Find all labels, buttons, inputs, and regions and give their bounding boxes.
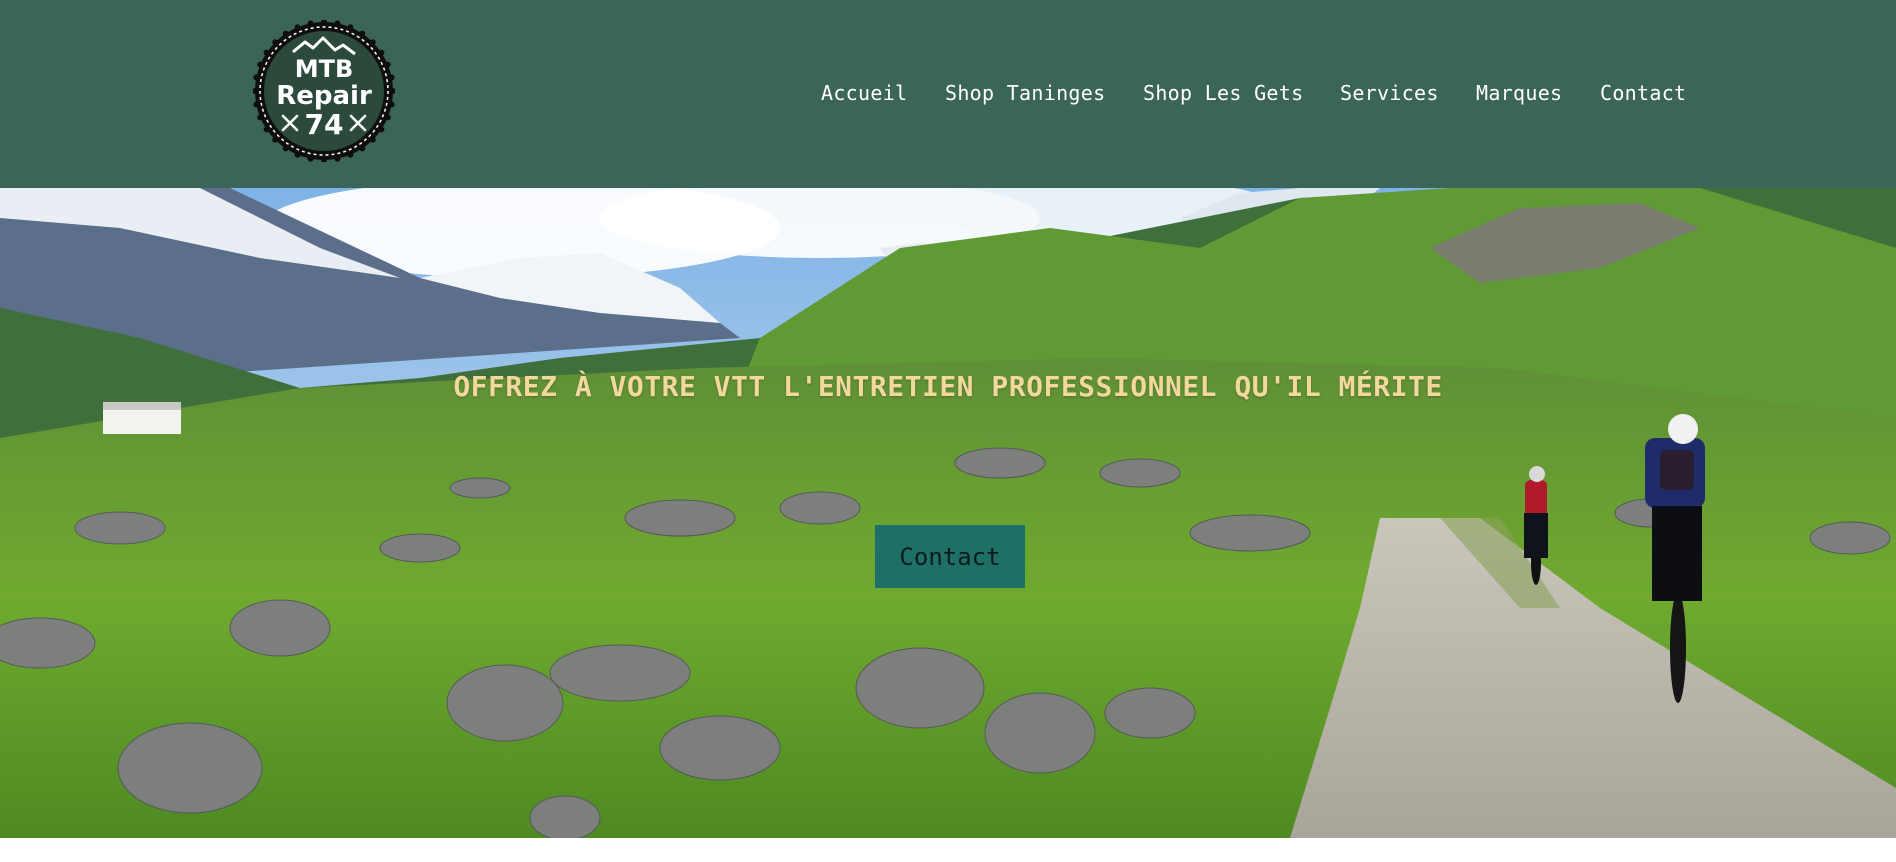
site-header: MTB Repair 74 Accueil Shop Taninges Shop… bbox=[0, 0, 1896, 188]
nav-contact[interactable]: Contact bbox=[1600, 78, 1686, 108]
nav-marques[interactable]: Marques bbox=[1476, 78, 1562, 108]
main-nav: Accueil Shop Taninges Shop Les Gets Serv… bbox=[0, 78, 1896, 108]
nav-services[interactable]: Services bbox=[1340, 78, 1439, 108]
hero-landscape-image bbox=[0, 188, 1896, 838]
contact-button[interactable]: Contact bbox=[875, 525, 1025, 588]
nav-shop-les-gets[interactable]: Shop Les Gets bbox=[1143, 78, 1303, 108]
nav-accueil[interactable]: Accueil bbox=[821, 78, 907, 108]
hero-banner: OFFREZ À VOTRE VTT L'ENTRETIEN PROFESSIO… bbox=[0, 188, 1896, 838]
hero-tagline: OFFREZ À VOTRE VTT L'ENTRETIEN PROFESSIO… bbox=[453, 370, 1443, 403]
nav-shop-taninges[interactable]: Shop Taninges bbox=[945, 78, 1105, 108]
logo-text-74: 74 bbox=[305, 108, 344, 141]
